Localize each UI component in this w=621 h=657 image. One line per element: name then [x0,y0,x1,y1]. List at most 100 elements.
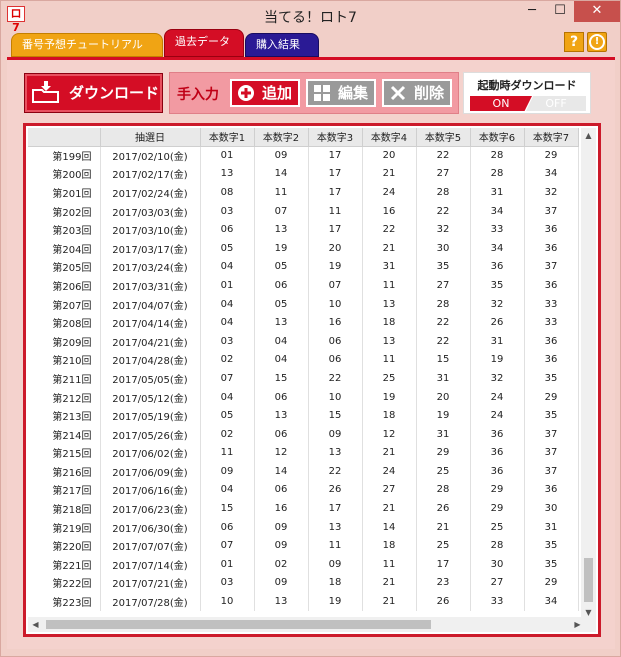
number-cell[interactable]: 27 [362,480,417,500]
number-cell[interactable]: 21 [416,517,471,537]
number-cell[interactable]: 35 [416,257,471,277]
number-cell[interactable]: 09 [308,424,363,444]
number-cell[interactable]: 14 [254,164,309,184]
draw-date-cell[interactable]: 2017/06/30(金) [100,517,201,537]
draw-date-cell[interactable]: 2017/03/17(金) [100,238,201,258]
draw-date-cell[interactable]: 2017/02/10(金) [100,146,201,165]
number-cell[interactable]: 36 [524,276,579,295]
number-cell[interactable]: 31 [416,369,471,388]
number-cell[interactable]: 29 [416,443,471,463]
number-cell[interactable]: 11 [200,443,255,463]
table-row[interactable]: 第200回 2017/02/17(金) 13 14 17 21 27 28 34 [28,164,579,184]
number-cell[interactable]: 26 [416,592,471,611]
round-cell[interactable]: 第202回 [28,201,101,221]
number-cell[interactable]: 12 [362,424,417,444]
round-cell[interactable]: 第220回 [28,536,101,556]
draw-date-cell[interactable]: 2017/03/10(金) [100,220,201,239]
round-cell[interactable]: 第215回 [28,443,101,463]
number-cell[interactable]: 02 [200,350,255,370]
table-row[interactable]: 第205回 2017/03/24(金) 04 05 19 31 35 36 37 [28,257,579,277]
draw-date-cell[interactable]: 2017/03/31(金) [100,276,201,295]
draw-date-cell[interactable]: 2017/06/02(金) [100,443,201,463]
add-button[interactable]: 追加 [230,79,300,107]
number-cell[interactable]: 18 [362,313,417,332]
number-cell[interactable]: 33 [524,313,579,332]
number-cell[interactable]: 16 [362,201,417,221]
draw-date-cell[interactable]: 2017/07/28(金) [100,592,201,611]
number-cell[interactable]: 11 [362,276,417,295]
grid-viewport[interactable]: 抽選日 本数字1 本数字2 本数字3 本数字4 本数字5 本数字6 本数字7 第… [28,128,585,620]
number-cell[interactable]: 05 [200,406,255,425]
number-cell[interactable]: 18 [362,406,417,425]
close-button[interactable]: ✕ [574,1,620,22]
number-cell[interactable]: 04 [200,257,255,277]
table-row[interactable]: 第218回 2017/06/23(金) 15 16 17 21 26 29 30 [28,499,579,518]
round-cell[interactable]: 第203回 [28,220,101,239]
number-cell[interactable]: 13 [200,164,255,184]
number-cell[interactable]: 36 [470,462,525,481]
number-cell[interactable]: 28 [416,480,471,500]
draw-date-cell[interactable]: 2017/07/21(金) [100,573,201,593]
number-cell[interactable]: 06 [254,424,309,444]
number-cell[interactable]: 15 [200,499,255,518]
number-cell[interactable]: 22 [416,331,471,351]
table-row[interactable]: 第209回 2017/04/21(金) 03 04 06 13 22 31 36 [28,331,579,351]
draw-date-cell[interactable]: 2017/05/12(金) [100,387,201,407]
number-cell[interactable]: 32 [470,369,525,388]
column-header[interactable]: 本数字3 [308,128,363,147]
table-row[interactable]: 第220回 2017/07/07(金) 07 09 11 18 25 28 35 [28,536,579,556]
round-cell[interactable]: 第212回 [28,387,101,407]
number-cell[interactable]: 09 [254,573,309,593]
number-cell[interactable]: 01 [200,146,255,165]
number-cell[interactable]: 13 [254,220,309,239]
draw-date-cell[interactable]: 2017/05/26(金) [100,424,201,444]
number-cell[interactable]: 17 [308,220,363,239]
maximize-button[interactable]: ☐ [546,1,574,22]
number-cell[interactable]: 01 [200,276,255,295]
number-cell[interactable]: 35 [524,536,579,556]
number-cell[interactable]: 18 [362,536,417,556]
draw-date-cell[interactable]: 2017/05/05(金) [100,369,201,388]
number-cell[interactable]: 28 [470,146,525,165]
number-cell[interactable]: 22 [362,220,417,239]
number-cell[interactable]: 04 [200,387,255,407]
number-cell[interactable]: 36 [524,480,579,500]
number-cell[interactable]: 19 [470,350,525,370]
number-cell[interactable]: 09 [254,536,309,556]
number-cell[interactable]: 27 [416,164,471,184]
draw-date-cell[interactable]: 2017/03/24(金) [100,257,201,277]
number-cell[interactable]: 31 [416,424,471,444]
number-cell[interactable]: 31 [470,331,525,351]
number-cell[interactable]: 30 [470,555,525,574]
table-row[interactable]: 第214回 2017/05/26(金) 02 06 09 12 31 36 37 [28,424,579,444]
table-row[interactable]: 第204回 2017/03/17(金) 05 19 20 21 30 34 36 [28,238,579,258]
number-cell[interactable]: 24 [362,183,417,202]
number-cell[interactable]: 28 [470,164,525,184]
number-cell[interactable]: 21 [362,238,417,258]
number-cell[interactable]: 11 [362,555,417,574]
number-cell[interactable]: 05 [254,294,309,314]
number-cell[interactable]: 19 [416,406,471,425]
number-cell[interactable]: 06 [308,350,363,370]
round-cell[interactable]: 第211回 [28,369,101,388]
number-cell[interactable]: 34 [470,238,525,258]
number-cell[interactable]: 21 [362,499,417,518]
number-cell[interactable]: 36 [524,331,579,351]
scroll-left-icon[interactable]: ◀ [28,617,43,632]
info-button[interactable]: ! [587,32,607,52]
number-cell[interactable]: 37 [524,462,579,481]
number-cell[interactable]: 22 [308,462,363,481]
number-cell[interactable]: 28 [416,183,471,202]
number-cell[interactable]: 10 [200,592,255,611]
number-cell[interactable]: 32 [524,183,579,202]
draw-date-cell[interactable]: 2017/04/07(金) [100,294,201,314]
number-cell[interactable]: 30 [524,499,579,518]
help-button[interactable]: ? [564,32,584,52]
number-cell[interactable]: 25 [416,536,471,556]
number-cell[interactable]: 22 [416,313,471,332]
number-cell[interactable]: 19 [254,238,309,258]
number-cell[interactable]: 11 [308,201,363,221]
tab-purchase-results[interactable]: 購入結果 [245,33,319,57]
column-header[interactable]: 本数字6 [470,128,525,147]
tab-history-data[interactable]: 過去データ [164,29,244,57]
